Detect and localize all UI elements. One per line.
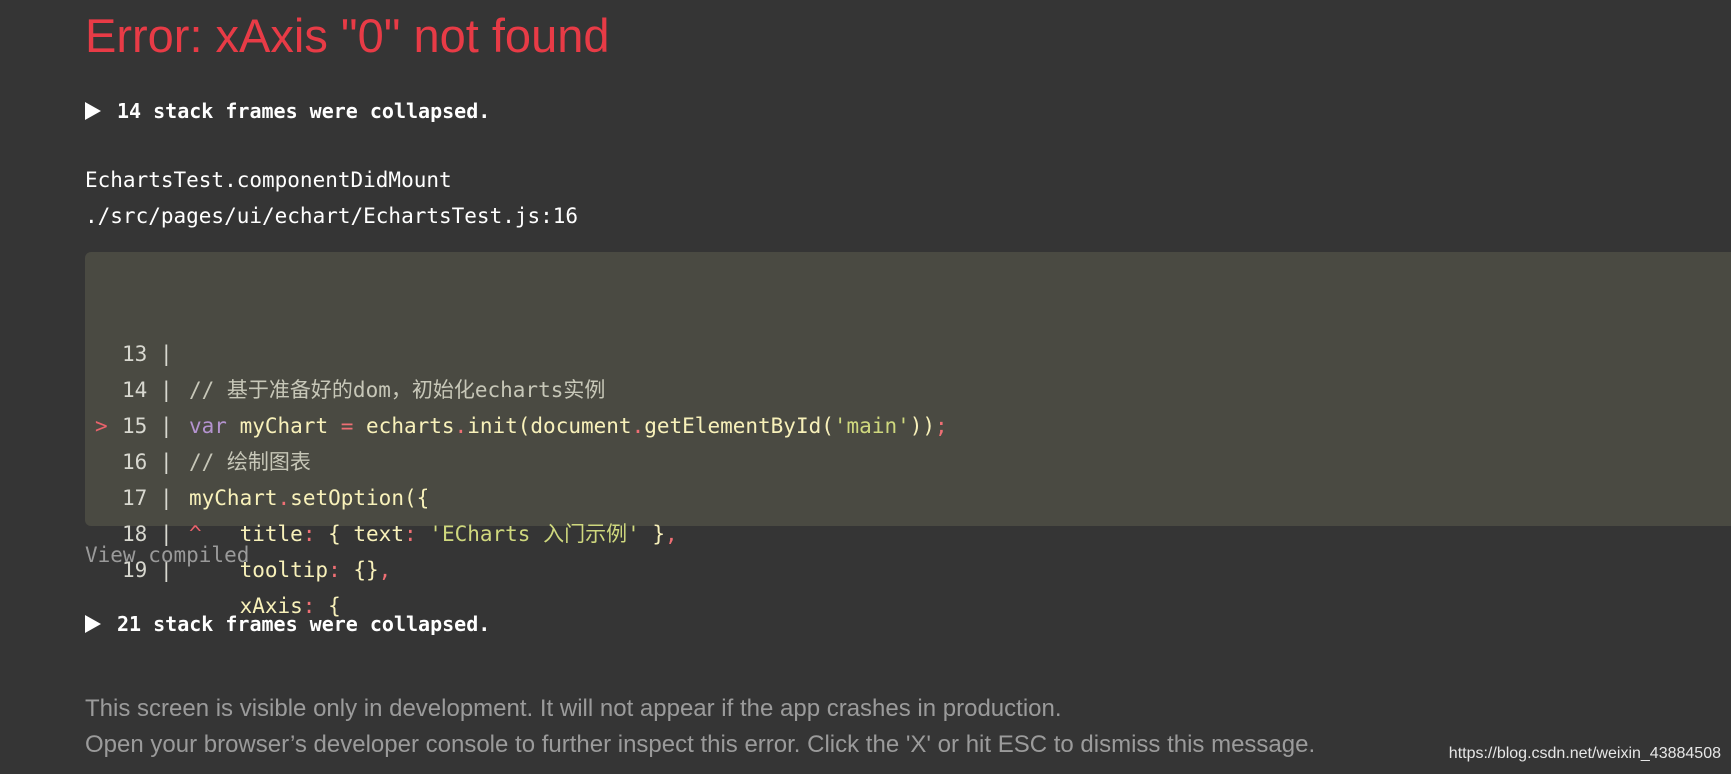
dev-notice: This screen is visible only in developme… — [85, 691, 1315, 763]
expand-triangle-icon — [85, 615, 101, 633]
view-compiled-link[interactable]: View compiled — [85, 540, 249, 570]
code-line: 14 | var myChart = echarts.init(document… — [85, 300, 1731, 438]
code-line: 15 | // 绘制图表 — [85, 336, 1731, 474]
code-line: 13 | // 基于准备好的dom，初始化echarts实例 — [85, 264, 1731, 402]
code-line-highlighted: > 16 | myChart.setOption({ — [85, 372, 1731, 510]
watermark: https://blog.csdn.net/weixin_43884508 — [1448, 745, 1721, 762]
code-line: 17 | ^ title: { text: 'ECharts 入门示例' }, — [85, 408, 1731, 546]
collapsed-frames-label: 14 stack frames were collapsed. — [117, 99, 491, 123]
error-overlay: Error: xAxis "0" not found 14 stack fram… — [85, 0, 1731, 774]
code-line: 19 | xAxis: { — [85, 480, 1731, 618]
code-frame: 13 | // 基于准备好的dom，初始化echarts实例 14 | var … — [85, 252, 1731, 618]
dev-notice-line-2: Open your browser’s developer console to… — [85, 731, 1316, 758]
error-title: Error: xAxis "0" not found — [85, 9, 610, 62]
code-line-text: ^ title: { text: 'ECharts 入门示例' }, — [189, 522, 678, 546]
stack-frame-file-link[interactable]: ./src/pages/ui/echart/EchartsTest.js:16 — [85, 201, 578, 231]
collapsed-frames-toggle-top[interactable]: 14 stack frames were collapsed. — [85, 97, 490, 125]
stack-frame-function: EchartsTest.componentDidMount — [85, 168, 452, 192]
expand-triangle-icon — [85, 102, 101, 120]
collapsed-frames-label: 21 stack frames were collapsed. — [117, 612, 491, 636]
code-line: 18 | tooltip: {}, — [85, 444, 1731, 582]
collapsed-frames-toggle-bottom[interactable]: 21 stack frames were collapsed. — [85, 610, 490, 638]
dev-notice-line-1: This screen is visible only in developme… — [85, 695, 1062, 722]
